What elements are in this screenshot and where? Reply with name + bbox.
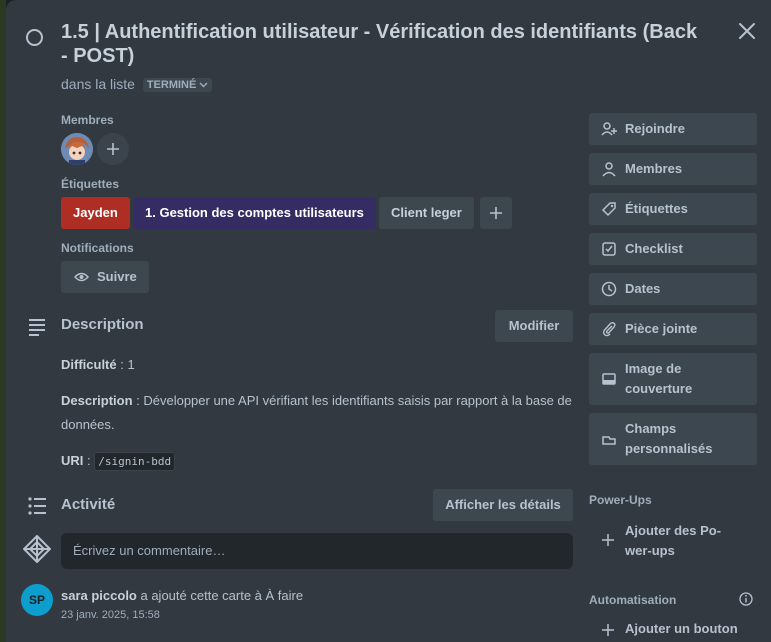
- members-heading: Membres: [61, 113, 114, 127]
- card-title[interactable]: 1.5 | Authentification utilisateur - Vér…: [61, 20, 701, 68]
- custom-fields-button[interactable]: Champs personnalisés: [589, 413, 757, 465]
- description-line: Description : Développer une API vérifia…: [61, 389, 573, 437]
- avatar[interactable]: SP: [21, 584, 53, 616]
- label-chip[interactable]: Jayden: [61, 197, 130, 229]
- description-heading: Description: [61, 316, 144, 333]
- plus-icon: [602, 534, 614, 546]
- dates-label: Dates: [625, 281, 661, 296]
- list-name: TERMINÉ: [146, 79, 197, 91]
- activity-list-icon: [28, 497, 46, 515]
- plus-icon: [602, 624, 614, 636]
- comment-input[interactable]: Écrivez un commentaire…: [61, 533, 573, 569]
- list-breadcrumb: dans la liste TERMINÉ: [61, 76, 213, 92]
- add-member-button[interactable]: [97, 133, 129, 165]
- person-icon: [602, 162, 616, 177]
- cover-icon: [602, 373, 616, 385]
- uri-label: URI: [61, 453, 84, 468]
- label-chip[interactable]: Client leger: [379, 197, 474, 229]
- paperclip-icon: [602, 321, 616, 337]
- join-label: Rejoindre: [625, 121, 685, 136]
- dates-button[interactable]: Dates: [589, 273, 757, 305]
- members-label: Membres: [625, 161, 683, 176]
- attachment-button[interactable]: Pièce jointe: [589, 313, 757, 345]
- member-avatar[interactable]: [61, 133, 93, 165]
- add-powerups-button[interactable]: Ajouter des Po-wer-ups: [589, 519, 757, 561]
- uri-line: URI : /signin-bdd: [61, 449, 573, 474]
- notifications-heading: Notifications: [61, 241, 134, 255]
- edit-description-button[interactable]: Modifier: [495, 310, 573, 342]
- labels-heading: Étiquettes: [61, 177, 120, 191]
- add-person-icon: [601, 122, 617, 136]
- watch-label: Suivre: [97, 269, 137, 284]
- custom-fields-label: Champs personnalisés: [625, 421, 713, 456]
- card-complete-toggle[interactable]: [26, 29, 43, 46]
- members-button[interactable]: Membres: [589, 153, 757, 185]
- activity-heading: Activité: [61, 496, 116, 513]
- description-label: Description: [61, 393, 133, 408]
- description-body: Difficulté : 1 Description : Développer …: [61, 353, 573, 474]
- cover-label: Image de couverture: [625, 361, 693, 396]
- uri-value: /signin-bdd: [94, 452, 176, 471]
- difficulty-label: Difficulté: [61, 357, 117, 372]
- eye-icon: [74, 272, 89, 282]
- custom-fields-icon: [602, 436, 616, 445]
- add-automation-label: Ajouter un bouton: [625, 621, 738, 636]
- plus-icon: [490, 207, 502, 219]
- info-icon[interactable]: [739, 592, 753, 606]
- activity-entry: sara piccolo a ajouté cette carte à À fa…: [61, 588, 303, 603]
- tag-icon: [601, 202, 616, 217]
- user-avatar-pattern-icon[interactable]: [23, 535, 51, 563]
- attachment-label: Pièce jointe: [625, 321, 698, 336]
- description-value: : Développer une API vérifiant les ident…: [61, 393, 572, 432]
- uri-separator: :: [83, 453, 95, 468]
- checklist-button[interactable]: Checklist: [589, 233, 757, 265]
- card-detail-modal: 1.5 | Authentification utilisateur - Vér…: [6, 0, 771, 642]
- description-icon: [29, 319, 45, 336]
- close-icon[interactable]: [736, 20, 758, 42]
- chevron-down-icon: [199, 82, 208, 88]
- checklist-label: Checklist: [625, 241, 683, 256]
- labels-button[interactable]: Étiquettes: [589, 193, 757, 225]
- activity-timestamp[interactable]: 23 janv. 2025, 15:58: [61, 609, 160, 621]
- labels-label: Étiquettes: [625, 201, 688, 216]
- difficulty-value: : 1: [116, 357, 135, 372]
- show-details-button[interactable]: Afficher les détails: [433, 489, 573, 521]
- clock-icon: [601, 281, 617, 297]
- join-button[interactable]: Rejoindre: [589, 113, 757, 145]
- add-automation-button[interactable]: Ajouter un bouton: [589, 619, 757, 642]
- automation-heading: Automatisation: [589, 593, 677, 607]
- label-chip[interactable]: 1. Gestion des comptes utilisateurs: [133, 197, 376, 229]
- add-label-button[interactable]: [480, 197, 512, 229]
- list-selector[interactable]: TERMINÉ: [142, 78, 213, 92]
- list-prefix: dans la liste: [61, 76, 135, 92]
- activity-action: a ajouté cette carte à À faire: [136, 588, 304, 603]
- activity-user[interactable]: sara piccolo: [61, 588, 137, 603]
- cover-button[interactable]: Image de couverture: [589, 353, 757, 405]
- powerups-heading: Power-Ups: [589, 493, 652, 507]
- difficulty-line: Difficulté : 1: [61, 353, 573, 377]
- plus-icon: [107, 143, 119, 155]
- watch-button[interactable]: Suivre: [61, 261, 149, 293]
- add-powerups-label: Ajouter des Po-wer-ups: [625, 523, 722, 558]
- checkbox-icon: [602, 242, 616, 256]
